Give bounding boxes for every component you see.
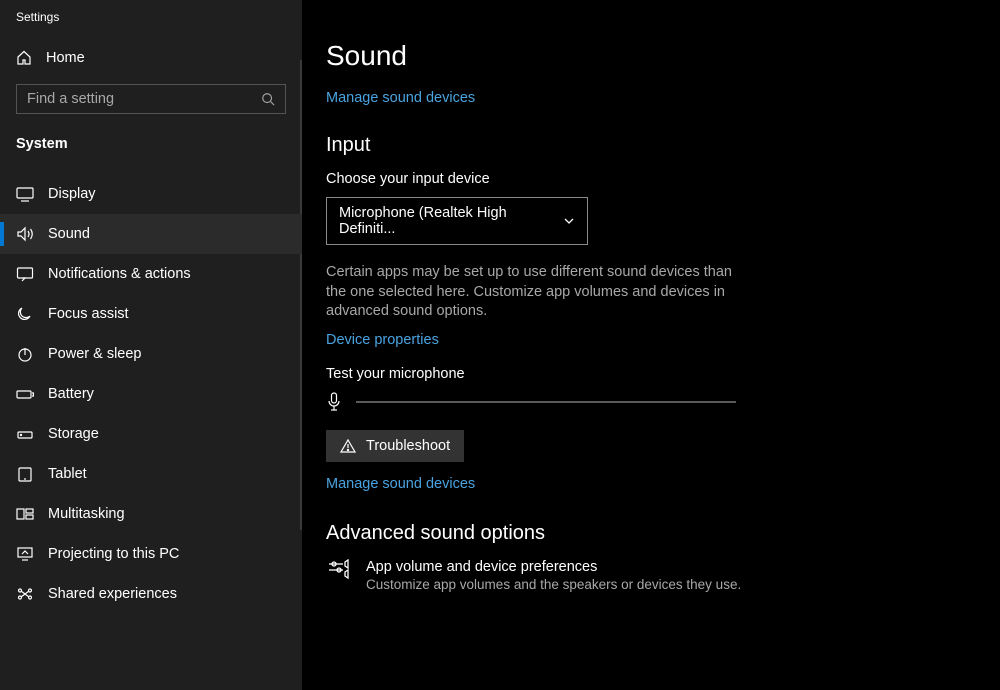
app-title: Settings bbox=[0, 0, 302, 40]
search-input[interactable]: Find a setting bbox=[16, 84, 286, 114]
tablet-icon bbox=[16, 466, 34, 482]
storage-icon bbox=[16, 426, 34, 442]
input-description: Certain apps may be set up to use differ… bbox=[326, 263, 756, 322]
nav-item-display[interactable]: Display bbox=[0, 174, 302, 214]
app-volume-preferences[interactable]: App volume and device preferences Custom… bbox=[326, 559, 1000, 592]
display-icon bbox=[16, 186, 34, 202]
troubleshoot-button[interactable]: Troubleshoot bbox=[326, 430, 464, 462]
power-icon bbox=[16, 346, 34, 362]
nav-item-power-sleep[interactable]: Power & sleep bbox=[0, 334, 302, 374]
home-nav[interactable]: Home bbox=[0, 40, 302, 76]
microphone-icon bbox=[326, 392, 342, 412]
nav-item-multitasking[interactable]: Multitasking bbox=[0, 494, 302, 534]
mic-level-bar bbox=[356, 401, 736, 403]
search-wrap: Find a setting bbox=[0, 76, 302, 122]
nav-item-sound[interactable]: Sound bbox=[0, 214, 302, 254]
home-icon bbox=[16, 50, 32, 66]
nav-label: Focus assist bbox=[48, 306, 129, 322]
choose-input-label: Choose your input device bbox=[326, 171, 1000, 187]
search-icon bbox=[261, 92, 275, 106]
nav-label: Tablet bbox=[48, 466, 87, 482]
search-placeholder: Find a setting bbox=[27, 91, 114, 107]
sliders-icon bbox=[326, 559, 350, 581]
sound-icon bbox=[16, 226, 34, 242]
nav-label: Power & sleep bbox=[48, 346, 142, 362]
adv-item-title: App volume and device preferences bbox=[366, 559, 741, 575]
content: Sound Manage sound devices Input Choose … bbox=[302, 0, 1000, 690]
nav-item-projecting[interactable]: Projecting to this PC bbox=[0, 534, 302, 574]
mic-test-row bbox=[326, 392, 1000, 412]
battery-icon bbox=[16, 386, 34, 402]
sidebar: Settings Home Find a setting System Disp… bbox=[0, 0, 302, 690]
shared-experiences-icon bbox=[16, 586, 34, 602]
manage-sound-devices-link-2[interactable]: Manage sound devices bbox=[326, 476, 1000, 492]
projecting-icon bbox=[16, 546, 34, 562]
nav-item-battery[interactable]: Battery bbox=[0, 374, 302, 414]
nav-item-notifications[interactable]: Notifications & actions bbox=[0, 254, 302, 294]
advanced-heading: Advanced sound options bbox=[326, 522, 1000, 545]
nav-label: Projecting to this PC bbox=[48, 546, 179, 562]
multitasking-icon bbox=[16, 506, 34, 522]
nav-item-tablet[interactable]: Tablet bbox=[0, 454, 302, 494]
input-device-dropdown[interactable]: Microphone (Realtek High Definiti... bbox=[326, 197, 588, 245]
page-title: Sound bbox=[326, 40, 1000, 72]
nav-label: Sound bbox=[48, 226, 90, 242]
troubleshoot-label: Troubleshoot bbox=[366, 438, 450, 454]
nav-item-shared-experiences[interactable]: Shared experiences bbox=[0, 574, 302, 614]
notifications-icon bbox=[16, 266, 34, 282]
home-label: Home bbox=[46, 50, 85, 66]
manage-sound-devices-link-1[interactable]: Manage sound devices bbox=[326, 90, 1000, 106]
device-properties-link[interactable]: Device properties bbox=[326, 332, 1000, 348]
warning-icon bbox=[340, 438, 356, 454]
nav-label: Notifications & actions bbox=[48, 266, 191, 282]
nav-label: Storage bbox=[48, 426, 99, 442]
nav-label: Display bbox=[48, 186, 96, 202]
focus-assist-icon bbox=[16, 306, 34, 322]
nav-label: Battery bbox=[48, 386, 94, 402]
nav-list: Display Sound Notifications & actions Fo… bbox=[0, 174, 302, 614]
adv-text: App volume and device preferences Custom… bbox=[366, 559, 741, 592]
input-device-selected: Microphone (Realtek High Definiti... bbox=[339, 205, 555, 237]
app-root: Settings Home Find a setting System Disp… bbox=[0, 0, 1000, 690]
nav-label: Multitasking bbox=[48, 506, 125, 522]
section-label: System bbox=[0, 122, 302, 174]
nav-item-storage[interactable]: Storage bbox=[0, 414, 302, 454]
test-mic-label: Test your microphone bbox=[326, 366, 1000, 382]
nav-label: Shared experiences bbox=[48, 586, 177, 602]
adv-item-desc: Customize app volumes and the speakers o… bbox=[366, 577, 741, 592]
nav-item-focus-assist[interactable]: Focus assist bbox=[0, 294, 302, 334]
chevron-down-icon bbox=[563, 215, 575, 227]
input-heading: Input bbox=[326, 134, 1000, 157]
